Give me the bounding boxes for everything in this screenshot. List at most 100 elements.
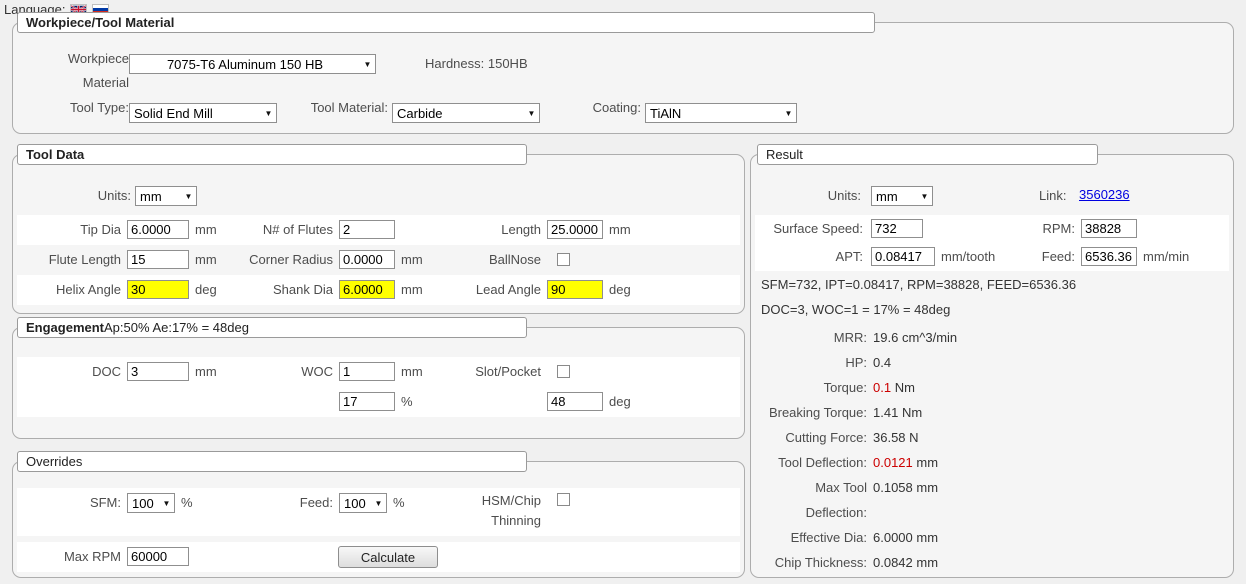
engage-angle-input[interactable]: [547, 392, 603, 411]
tool-material-select[interactable]: Carbide ▼: [392, 103, 540, 123]
surface-speed-label: Surface Speed:: [755, 215, 863, 243]
chevron-down-icon: ▼: [917, 192, 932, 201]
flute-length-input[interactable]: [127, 250, 189, 269]
stat-row-cutting-force: Cutting Force: 36.58 N: [755, 425, 1223, 450]
stat-value: 0.0842 mm: [873, 550, 938, 575]
units-label: Units:: [33, 181, 131, 211]
tool-data-legend: Tool Data: [17, 144, 527, 165]
overrides-row-2: Max RPM Calculate: [17, 542, 740, 572]
result-summary-line-1: SFM=732, IPT=0.08417, RPM=38828, FEED=65…: [761, 277, 1076, 292]
tool-data-row-2: Flute Length mm Corner Radius mm BallNos…: [17, 245, 740, 275]
tool-data-panel: Tool Data Units: mm ▼ Tip Dia mm N# of F…: [12, 154, 745, 314]
lead-angle-unit: deg: [609, 275, 631, 305]
stat-row-chip-thickness: Chip Thickness: 0.0842 mm: [755, 550, 1223, 575]
stat-value: 0.0121 mm: [873, 450, 938, 475]
stat-value: 0.1 Nm: [873, 375, 915, 400]
workpiece-material-value: 7075-T6 Aluminum 150 HB: [130, 57, 360, 72]
stat-value: 19.6 cm^3/min: [873, 325, 957, 350]
result-rpm-input[interactable]: [1081, 219, 1137, 238]
feed-override-unit: %: [393, 488, 405, 518]
woc-percent-input[interactable]: [339, 392, 395, 411]
lead-angle-label: Lead Angle: [417, 275, 541, 305]
result-units-select[interactable]: mm ▼: [871, 186, 933, 206]
engagement-panel: EngagementAp:50% Ae:17% = 48deg DOC mm W…: [12, 327, 745, 439]
slot-pocket-checkbox[interactable]: [557, 365, 570, 378]
flutes-label: N# of Flutes: [213, 215, 333, 245]
chevron-down-icon: ▼: [524, 109, 539, 118]
result-units-label: Units:: [761, 181, 861, 211]
stat-label: HP:: [755, 350, 867, 375]
tool-type-select[interactable]: Solid End Mill ▼: [129, 103, 277, 123]
overrides-panel: Overrides SFM: 100 ▼ % Feed: 100 ▼ % HSM…: [12, 461, 745, 578]
hardness-text: Hardness: 150HB: [425, 49, 528, 79]
apt-input[interactable]: [871, 247, 935, 266]
flute-length-label: Flute Length: [17, 245, 121, 275]
result-feed-input[interactable]: [1081, 247, 1137, 266]
overrides-row-1: SFM: 100 ▼ % Feed: 100 ▼ % HSM/ChipThinn…: [17, 488, 740, 536]
max-rpm-label: Max RPM: [17, 542, 121, 572]
doc-label: DOC: [17, 357, 121, 387]
doc-input[interactable]: [127, 362, 189, 381]
workpiece-tool-material-panel: Workpiece/Tool Material Workpiece Materi…: [12, 22, 1234, 134]
stat-label: Breaking Torque:: [755, 400, 867, 425]
stat-row-effective-dia: Effective Dia: 6.0000 mm: [755, 525, 1223, 550]
tool-material-label: Tool Material:: [293, 93, 388, 123]
woc-input[interactable]: [339, 362, 395, 381]
tip-dia-label: Tip Dia: [17, 215, 121, 245]
feed-override-select[interactable]: 100 ▼: [339, 493, 387, 513]
length-unit: mm: [609, 215, 631, 245]
tool-data-row-1: Tip Dia mm N# of Flutes Length mm: [17, 215, 740, 245]
engage-angle-unit: deg: [609, 387, 631, 417]
result-feed-label: Feed:: [995, 243, 1075, 271]
length-input[interactable]: [547, 220, 603, 239]
corner-radius-input[interactable]: [339, 250, 395, 269]
units-select[interactable]: mm ▼: [135, 186, 197, 206]
overrides-legend: Overrides: [17, 451, 527, 472]
flutes-input[interactable]: [339, 220, 395, 239]
engagement-row-2: % deg: [17, 387, 740, 417]
stat-label: Effective Dia:: [755, 525, 867, 550]
slot-pocket-label: Slot/Pocket: [417, 357, 541, 387]
workpiece-tool-material-legend: Workpiece/Tool Material: [17, 12, 875, 33]
workpiece-material-select[interactable]: 7075-T6 Aluminum 150 HB ▼: [129, 54, 376, 74]
coating-value: TiAlN: [646, 106, 781, 121]
coating-select[interactable]: TiAlN ▼: [645, 103, 797, 123]
result-rpm-label: RPM:: [995, 215, 1075, 243]
stat-row-mrr: MRR: 19.6 cm^3/min: [755, 325, 1223, 350]
stat-label: Tool Deflection:: [755, 450, 867, 475]
tool-data-row-3: Helix Angle deg Shank Dia mm Lead Angle …: [17, 275, 740, 305]
max-rpm-input[interactable]: [127, 547, 189, 566]
helix-angle-input[interactable]: [127, 280, 189, 299]
engagement-legend-title: Engagement: [26, 320, 104, 335]
sfm-override-value: 100: [128, 496, 159, 511]
apt-unit: mm/tooth: [941, 243, 995, 271]
calculate-button[interactable]: Calculate: [338, 546, 438, 568]
stat-label: Max Tool Deflection:: [755, 475, 867, 525]
shank-dia-label: Shank Dia: [213, 275, 333, 305]
result-panel: Result Units: mm ▼ Link: 3560236 Surface…: [750, 154, 1234, 578]
chevron-down-icon: ▼: [159, 499, 174, 508]
stat-value: 1.41 Nm: [873, 400, 922, 425]
stat-row-torque: Torque: 0.1 Nm: [755, 375, 1223, 400]
stat-row-tool-deflection: Tool Deflection: 0.0121 mm: [755, 450, 1223, 475]
lead-angle-input[interactable]: [547, 280, 603, 299]
result-row-2: APT: mm/tooth Feed: mm/min: [755, 243, 1229, 271]
tip-dia-input[interactable]: [127, 220, 189, 239]
engagement-legend: EngagementAp:50% Ae:17% = 48deg: [17, 317, 527, 338]
tool-material-value: Carbide: [393, 106, 524, 121]
chevron-down-icon: ▼: [360, 60, 375, 69]
chevron-down-icon: ▼: [781, 109, 796, 118]
surface-speed-input[interactable]: [871, 219, 923, 238]
stat-row-max-tool-deflection: Max Tool Deflection: 0.1058 mm: [755, 475, 1223, 525]
chevron-down-icon: ▼: [261, 109, 276, 118]
shank-dia-input[interactable]: [339, 280, 395, 299]
chevron-down-icon: ▼: [371, 499, 386, 508]
result-feed-unit: mm/min: [1143, 243, 1189, 271]
hsm-chip-thinning-checkbox[interactable]: [557, 493, 570, 506]
stat-label: Cutting Force:: [755, 425, 867, 450]
stat-row-hp: HP: 0.4: [755, 350, 1223, 375]
result-link[interactable]: 3560236: [1079, 187, 1130, 202]
engagement-legend-detail: Ap:50% Ae:17% = 48deg: [104, 320, 249, 335]
ballnose-checkbox[interactable]: [557, 253, 570, 266]
sfm-override-select[interactable]: 100 ▼: [127, 493, 175, 513]
